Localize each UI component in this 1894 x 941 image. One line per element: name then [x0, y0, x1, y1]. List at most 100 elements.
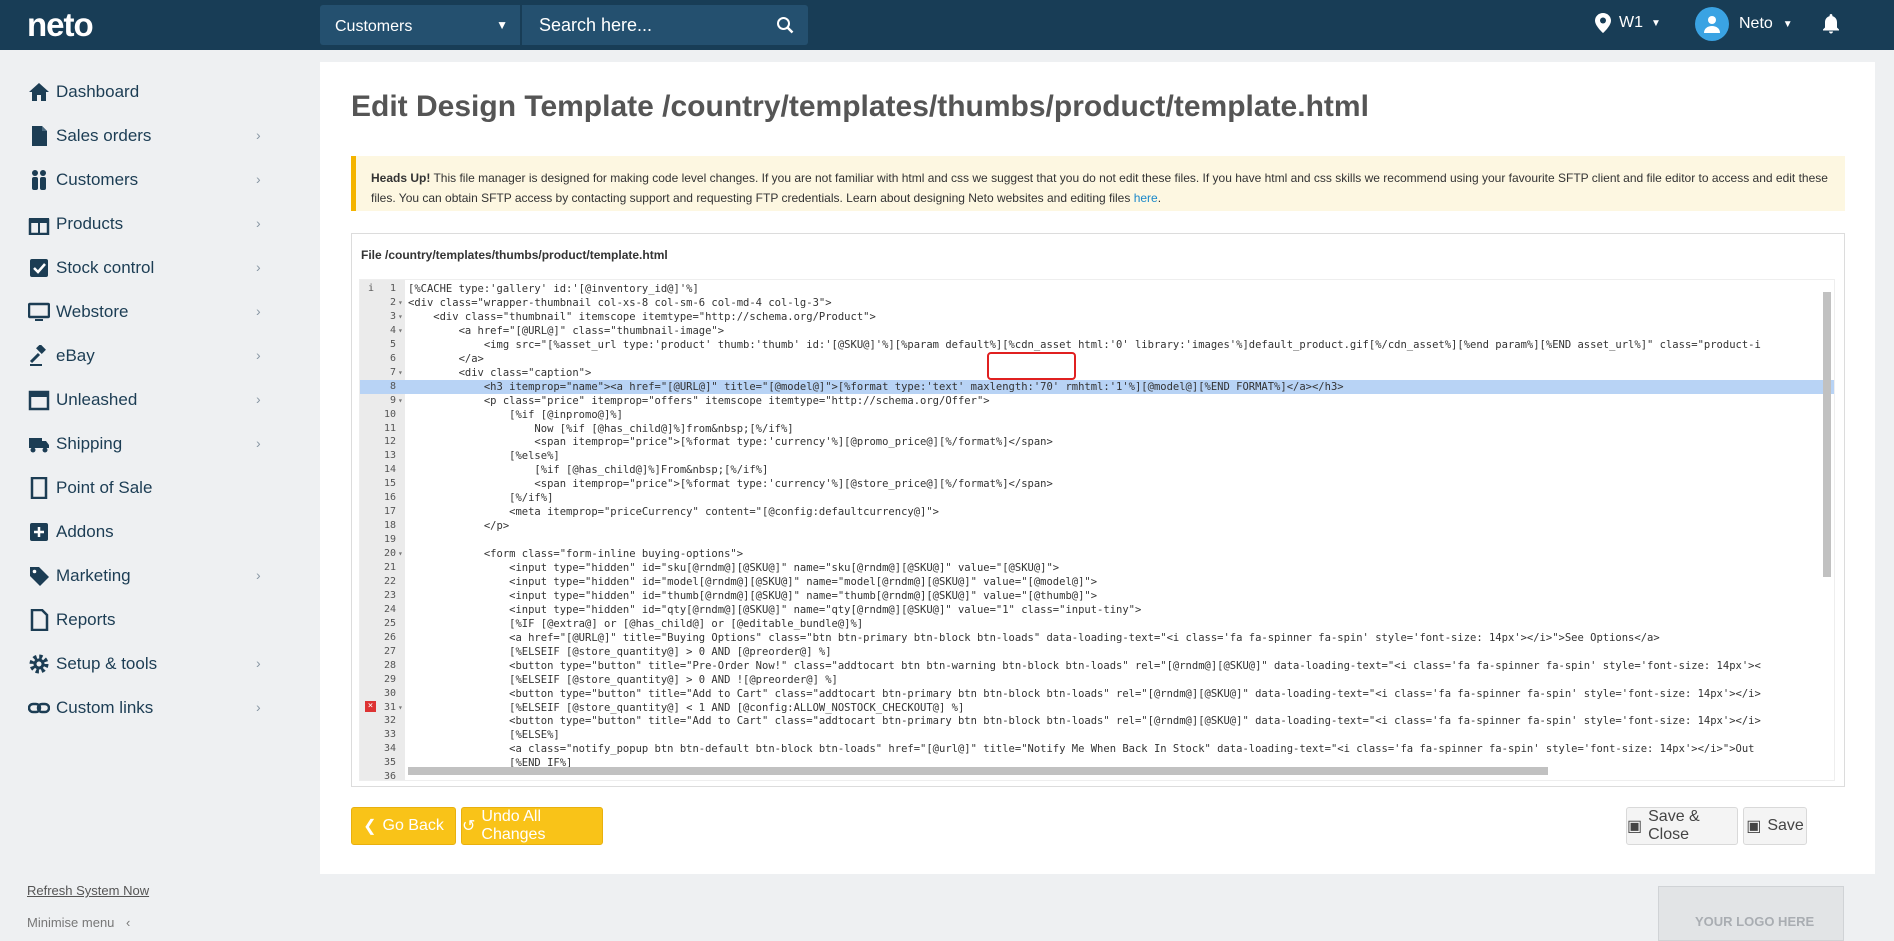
- code-text: <button type="button" title="Add to Cart…: [408, 687, 1761, 700]
- scroll-thumb[interactable]: [408, 767, 1548, 775]
- bell-icon[interactable]: [1822, 14, 1840, 34]
- sidebar-item-stock-control[interactable]: Stock control ›: [0, 249, 290, 285]
- code-text: <input type="hidden" id="model[@rndm@][@…: [408, 575, 1098, 588]
- alert-link[interactable]: here: [1134, 191, 1158, 205]
- code-line[interactable]: 21 <input type="hidden" id="sku[@rndm@][…: [360, 561, 1834, 575]
- fold-toggle-icon[interactable]: ▾: [398, 324, 403, 338]
- code-line[interactable]: 20 ▾ <form class="form-inline buying-opti…: [360, 547, 1834, 561]
- vertical-scrollbar[interactable]: [1822, 292, 1832, 766]
- code-line[interactable]: 19: [360, 533, 1834, 547]
- code-text: [%ELSEIF [@store_quantity@] > 0 AND ![@p…: [408, 673, 838, 686]
- fold-toggle-icon[interactable]: ▾: [398, 366, 403, 380]
- code-line[interactable]: 29 [%ELSEIF [@store_quantity@] > 0 AND !…: [360, 673, 1834, 687]
- avatar: [1695, 7, 1729, 41]
- refresh-system-link[interactable]: Refresh System Now: [27, 883, 149, 898]
- code-text: <p class="price" itemprop="offers" items…: [408, 394, 990, 407]
- code-line[interactable]: 10 [%if [@inpromo@]%]: [360, 408, 1834, 422]
- horizontal-scrollbar[interactable]: [408, 766, 1818, 776]
- line-number: 16: [383, 492, 396, 504]
- sidebar-item-dashboard[interactable]: Dashboard: [0, 73, 290, 109]
- code-line[interactable]: 7 ▾ <div class="caption">: [360, 366, 1834, 380]
- sidebar-item-reports[interactable]: Reports: [0, 601, 290, 637]
- code-line[interactable]: 25 [%IF [@extra@] or [@has_child@] or [@…: [360, 617, 1834, 631]
- sidebar-item-marketing[interactable]: Marketing ›: [0, 557, 290, 593]
- neto-logo[interactable]: neto: [27, 6, 94, 44]
- code-line[interactable]: 31 ▾ × [%ELSEIF [@store_quantity@] < 1 AND…: [360, 700, 1834, 715]
- line-number: 34: [383, 743, 396, 755]
- code-line[interactable]: 33 [%ELSE%]: [360, 728, 1834, 742]
- code-editor[interactable]: 1 i [%CACHE type:'gallery' id:'[@inventory…: [359, 279, 1835, 781]
- code-line[interactable]: 11 Now [%if [@has_child@]%]from&nbsp;[%/…: [360, 422, 1834, 436]
- fold-toggle-icon[interactable]: ▾: [398, 394, 403, 408]
- code-line[interactable]: 15 <span itemprop="price">[%format type:…: [360, 477, 1834, 491]
- home-icon: [29, 83, 49, 101]
- code-line[interactable]: 14 [%if [@has_child@]%]From&nbsp;[%/if%]: [360, 463, 1834, 477]
- code-line[interactable]: 32 <button type="button" title="Add to C…: [360, 714, 1834, 728]
- code-line[interactable]: 34 <a class="notify_popup btn btn-defaul…: [360, 742, 1834, 756]
- code-line[interactable]: 1 i [%CACHE type:'gallery' id:'[@inventory…: [360, 282, 1834, 296]
- code-line[interactable]: 5 <img src="[%asset_url type:'product' t…: [360, 338, 1834, 352]
- minimise-menu-label: Minimise menu: [27, 915, 115, 930]
- monitor-icon: [28, 302, 50, 321]
- sidebar-item-products[interactable]: Products ›: [0, 205, 290, 241]
- location-selector[interactable]: W1 ▼: [1595, 13, 1661, 33]
- code-line[interactable]: 2 ▾ <div class="wrapper-thumbnail col-xs-8…: [360, 296, 1834, 310]
- scroll-thumb[interactable]: [1823, 292, 1831, 577]
- line-number: 28: [383, 659, 396, 671]
- code-line[interactable]: 12 <span itemprop="price">[%format type:…: [360, 435, 1834, 449]
- fold-toggle-icon[interactable]: ▾: [398, 296, 403, 310]
- code-line[interactable]: 9 ▾ <p class="price" itemprop="offers" it…: [360, 394, 1834, 408]
- undo-all-button[interactable]: ↺ Undo All Changes: [461, 807, 603, 845]
- search-input[interactable]: Search here...: [522, 5, 808, 45]
- line-number: 1: [389, 283, 396, 294]
- sidebar-item-addons[interactable]: Addons: [0, 513, 290, 549]
- code-line[interactable]: 18 </p>: [360, 519, 1834, 533]
- minimise-menu-button[interactable]: Minimise menu ‹: [27, 915, 130, 930]
- code-line[interactable]: 30 <button type="button" title="Add to C…: [360, 687, 1834, 701]
- code-line[interactable]: 3 ▾ <div class="thumbnail" itemscope item…: [360, 310, 1834, 324]
- code-line[interactable]: 16 [%/if%]: [360, 491, 1834, 505]
- sidebar-item-label: Shipping: [56, 434, 123, 453]
- sidebar-item-point-of-sale[interactable]: Point of Sale: [0, 469, 290, 505]
- code-line[interactable]: 17 <meta itemprop="priceCurrency" conten…: [360, 505, 1834, 519]
- line-number: 18: [383, 520, 396, 532]
- sidebar-item-unleashed[interactable]: Unleashed ›: [0, 381, 290, 417]
- user-menu[interactable]: Neto ▼: [1695, 7, 1793, 41]
- fold-toggle-icon[interactable]: ▾: [398, 310, 403, 324]
- code-line[interactable]: 26 <a href="[@URL@]" title="Buying Optio…: [360, 631, 1834, 645]
- sidebar-item-setup-tools[interactable]: Setup & tools ›: [0, 645, 290, 681]
- search-icon[interactable]: [776, 16, 794, 34]
- code-line[interactable]: 24 <input type="hidden" id="qty[@rndm@][…: [360, 603, 1834, 617]
- sidebar-item-customers[interactable]: Customers ›: [0, 161, 290, 197]
- code-line[interactable]: 8 <h3 itemprop="name"><a href="[@URL@]" …: [360, 379, 1834, 394]
- code-text: <input type="hidden" id="sku[@rndm@][@SK…: [408, 562, 1060, 574]
- fold-toggle-icon[interactable]: ▾: [398, 701, 403, 715]
- code-line[interactable]: 23 <input type="hidden" id="thumb[@rndm@…: [360, 589, 1834, 603]
- fold-toggle-icon[interactable]: ▾: [398, 547, 403, 561]
- code-line[interactable]: 22 <input type="hidden" id="model[@rndm@…: [360, 575, 1834, 589]
- line-number: 9: [389, 394, 396, 406]
- code-line[interactable]: 13 [%else%]: [360, 449, 1834, 463]
- sidebar-item-webstore[interactable]: Webstore ›: [0, 293, 290, 329]
- search-scope-select[interactable]: Customers ▼: [320, 5, 520, 45]
- sidebar-item-shipping[interactable]: Shipping ›: [0, 425, 290, 461]
- sidebar-item-label: Stock control: [56, 258, 155, 277]
- sidebar-item-ebay[interactable]: eBay ›: [0, 337, 290, 373]
- go-back-button[interactable]: ❮ Go Back: [351, 807, 456, 845]
- code-line[interactable]: 4 ▾ <a href="[@URL@]" class="thumbnail-im…: [360, 324, 1834, 338]
- logo-placeholder-text: YOUR LOGO HERE: [1695, 914, 1815, 929]
- code-line[interactable]: 6 </a>: [360, 352, 1834, 366]
- chevron-down-icon: ▼: [1651, 17, 1661, 29]
- sidebar-item-custom-links[interactable]: Custom links ›: [0, 689, 290, 725]
- code-line[interactable]: 27 [%ELSEIF [@store_quantity@] > 0 AND […: [360, 645, 1834, 659]
- save-button[interactable]: ▣ Save: [1743, 807, 1807, 845]
- save-close-button[interactable]: ▣ Save & Close: [1626, 807, 1738, 845]
- line-number: 21: [383, 562, 396, 573]
- sidebar-item-label: Dashboard: [56, 82, 140, 101]
- file-editor-box: File /country/templates/thumbs/product/t…: [351, 233, 1845, 787]
- sidebar-item-sales-orders[interactable]: Sales orders ›: [0, 117, 290, 153]
- code-text: [%/if%]: [408, 492, 554, 505]
- code-line[interactable]: 28 <button type="button" title="Pre-Orde…: [360, 659, 1834, 673]
- code-text: <span itemprop="price">[%format type:'cu…: [408, 478, 1053, 491]
- code-text: <img src="[%asset_url type:'product' thu…: [408, 338, 1761, 351]
